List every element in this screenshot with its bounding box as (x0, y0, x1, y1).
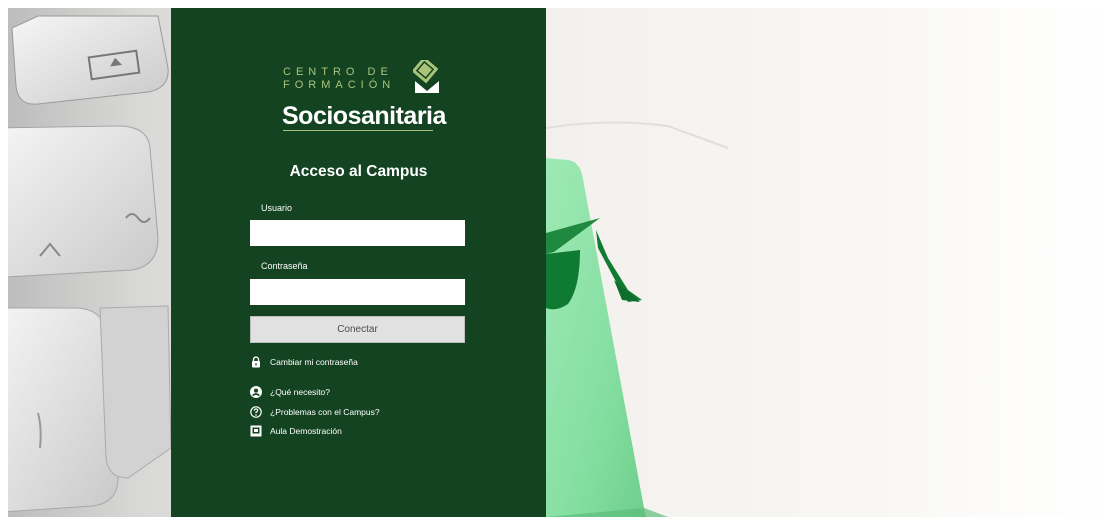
password-label: Contraseña (261, 261, 308, 271)
what-do-i-need-link[interactable]: ¿Qué necesito? (250, 385, 330, 399)
change-password-link[interactable]: Cambiar mi contraseña (250, 355, 358, 369)
user-circle-icon (250, 386, 262, 398)
logo-line-1: CENTRO DE (283, 66, 393, 78)
logo-wordmark: Sociosanitaria (282, 102, 446, 130)
campus-problems-link[interactable]: ¿Problemas con el Campus? (250, 405, 380, 419)
username-label: Usuario (261, 203, 293, 213)
lock-icon (250, 356, 262, 368)
username-input[interactable] (250, 220, 465, 246)
logo-underline (283, 130, 433, 131)
logo-line-2: FORMACIÓN (283, 79, 396, 91)
question-circle-icon (250, 406, 262, 418)
connect-button[interactable]: Conectar (250, 316, 465, 343)
campus-problems-label: ¿Problemas con el Campus? (270, 407, 380, 417)
what-do-i-need-label: ¿Qué necesito? (270, 387, 331, 397)
login-page: CENTRO DE FORMACIÓN Sociosanitaria Acces… (8, 8, 1104, 517)
demo-classroom-link[interactable]: Aula Demostración (250, 424, 342, 438)
change-password-label: Cambiar mi contraseña (270, 357, 358, 367)
login-panel: CENTRO DE FORMACIÓN Sociosanitaria Acces… (171, 8, 546, 517)
password-input[interactable] (250, 279, 465, 305)
monitor-icon (250, 425, 262, 437)
logo-mark-icon (413, 60, 440, 93)
demo-classroom-label: Aula Demostración (270, 426, 342, 436)
login-title: Acceso al Campus (289, 163, 428, 180)
